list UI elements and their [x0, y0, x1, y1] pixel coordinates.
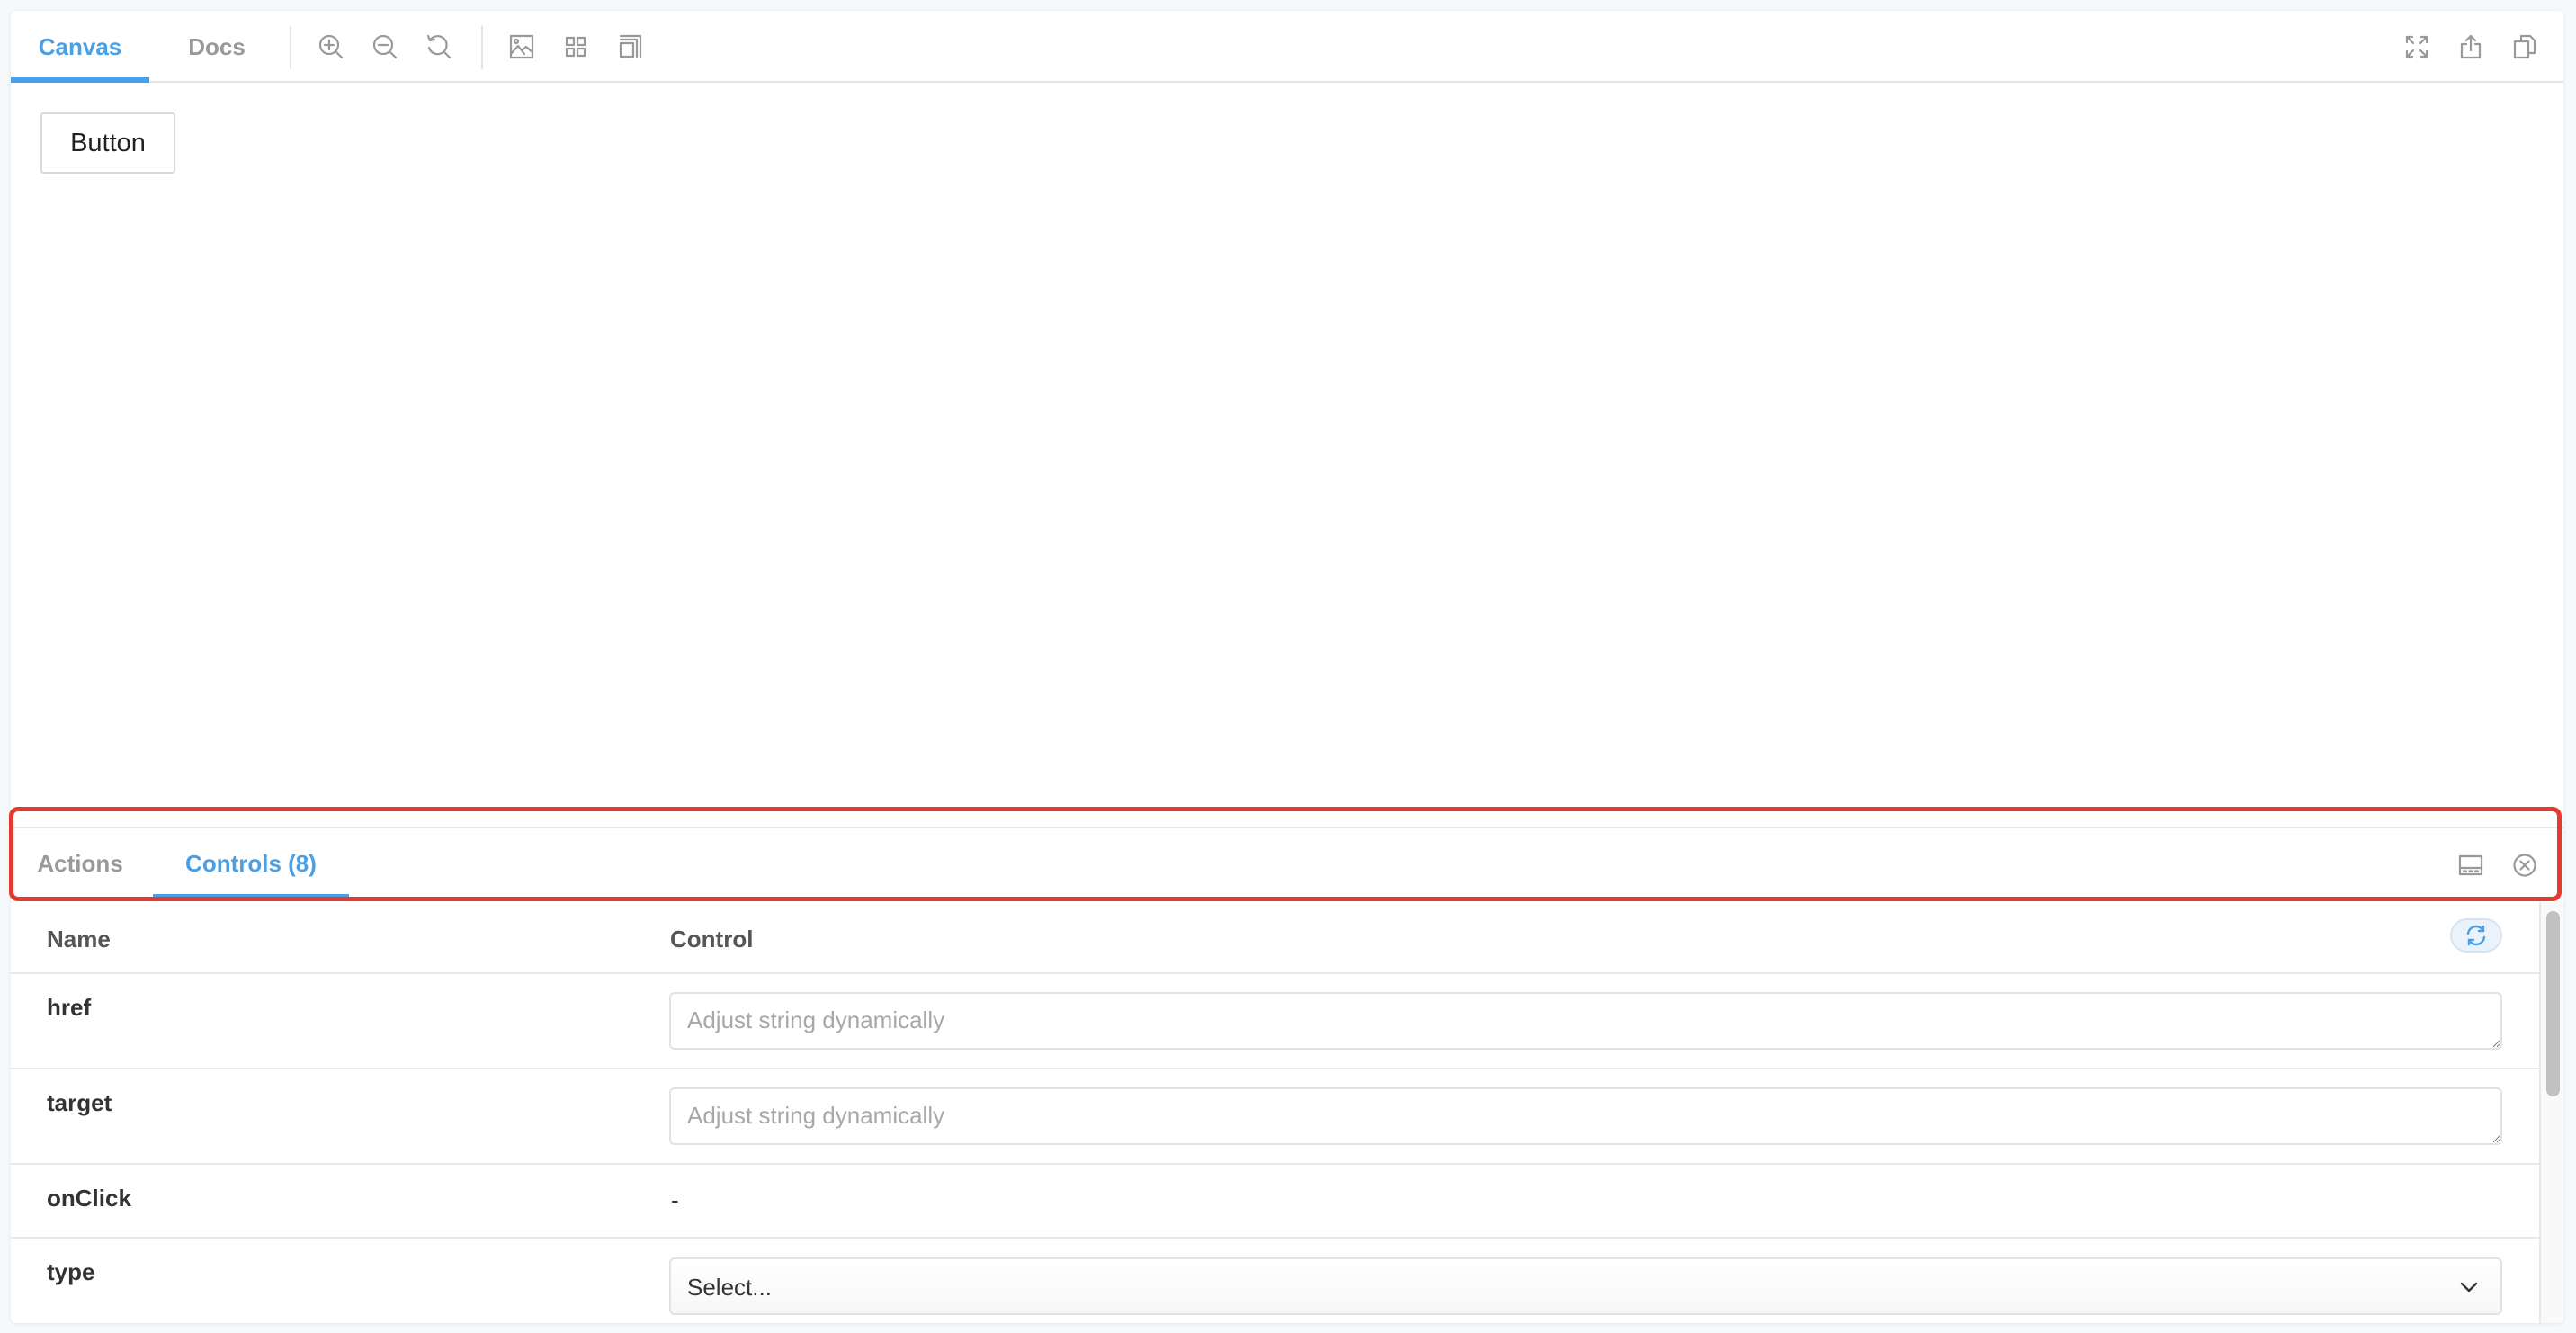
addons-panel: Actions Controls (8) Name Control href A… — [11, 827, 2563, 1323]
zoom-in-icon[interactable] — [313, 29, 349, 65]
table-row: onClick - — [11, 1165, 2539, 1239]
zoom-out-icon[interactable] — [367, 29, 403, 65]
href-input[interactable] — [669, 992, 2502, 1050]
scrollbar-thumb[interactable] — [2546, 911, 2560, 1096]
row-name: type — [47, 1258, 95, 1285]
toolbar-divider — [481, 26, 483, 69]
preview-button[interactable]: Button — [40, 112, 175, 174]
onclick-value: - — [671, 1186, 679, 1213]
chevron-down-icon — [2457, 1275, 2481, 1299]
select-value: Select... — [687, 1274, 772, 1301]
tab-canvas[interactable]: Canvas — [11, 11, 149, 83]
table-row: href — [11, 974, 2539, 1069]
share-icon[interactable] — [2453, 29, 2489, 65]
table-row: type Select... — [11, 1239, 2539, 1323]
row-name: onClick — [47, 1185, 131, 1212]
fullscreen-icon[interactable] — [2399, 29, 2435, 65]
background-icon[interactable] — [504, 29, 540, 65]
reset-controls-button[interactable] — [2450, 918, 2502, 953]
outline-icon[interactable] — [612, 29, 648, 65]
reset-zoom-icon[interactable] — [421, 29, 457, 65]
tab-actions[interactable]: Actions — [11, 828, 149, 900]
header-control: Control — [670, 926, 754, 953]
tab-controls[interactable]: Controls (8) — [153, 828, 349, 900]
table-row: target — [11, 1069, 2539, 1165]
grid-icon[interactable] — [558, 29, 594, 65]
panel-orientation-icon[interactable] — [2455, 849, 2487, 881]
header-name: Name — [47, 926, 111, 953]
controls-table: Name Control href target onClick - type — [11, 902, 2539, 1323]
table-header: Name Control — [11, 902, 2539, 974]
tab-docs[interactable]: Docs — [155, 11, 279, 81]
reset-icon — [2466, 925, 2486, 946]
storybook-panel: Canvas Docs Button Actions Controls (8) … — [11, 11, 2563, 1323]
target-input[interactable] — [669, 1087, 2502, 1145]
close-icon[interactable] — [2509, 849, 2541, 881]
addon-tabs: Actions Controls (8) — [11, 828, 2563, 900]
toolbar: Canvas Docs — [11, 11, 2563, 83]
toolbar-divider — [290, 26, 291, 69]
type-select[interactable]: Select... — [669, 1257, 2502, 1315]
scrollbar[interactable] — [2539, 902, 2563, 1323]
row-name: target — [47, 1089, 112, 1116]
copy-icon[interactable] — [2507, 29, 2543, 65]
row-name: href — [47, 994, 92, 1021]
